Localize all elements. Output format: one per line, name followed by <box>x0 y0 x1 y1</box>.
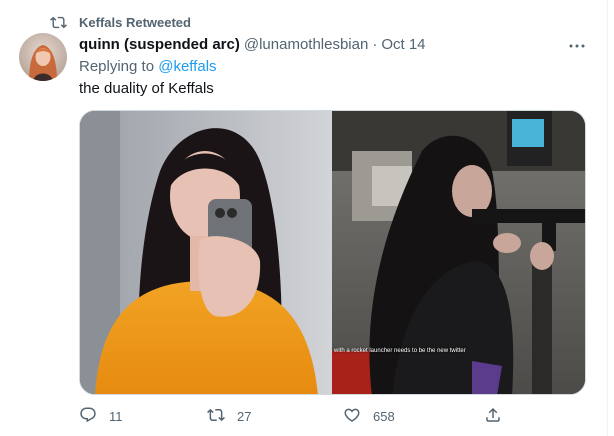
share-button[interactable] <box>484 406 502 427</box>
reply-icon <box>79 406 97 427</box>
media-image-right[interactable]: with a rocket launcher needs to be the n… <box>332 111 585 394</box>
retweet-icon <box>50 14 67 31</box>
replying-to-label: Replying to <box>79 58 155 75</box>
avatar[interactable] <box>19 33 67 81</box>
action-bar: 11 27 658 <box>79 406 509 428</box>
reply-count: 11 <box>109 409 123 424</box>
retweet-action-icon <box>207 406 225 427</box>
reply-mention-link[interactable]: @keffals <box>158 58 216 75</box>
tweet-text: the duality of Keffals <box>79 80 214 97</box>
tweet-header: quinn (suspended arc) @lunamothlesbian ·… <box>79 36 426 53</box>
tweet-card[interactable]: Keffals Retweeted quinn (suspended arc) … <box>0 0 608 436</box>
media-image-left[interactable] <box>80 111 332 394</box>
share-icon <box>484 406 502 427</box>
like-button[interactable]: 658 <box>343 406 395 427</box>
replying-to: Replying to @keffals <box>79 58 217 75</box>
tweet-date[interactable]: Oct 14 <box>381 36 425 53</box>
retweet-button[interactable]: 27 <box>207 406 251 427</box>
retweet-context: Keffals Retweeted <box>50 13 191 31</box>
reply-button[interactable]: 11 <box>79 406 123 427</box>
media-caption-overlay: with a rocket launcher needs to be the n… <box>334 348 466 354</box>
separator-dot: · <box>372 36 378 53</box>
retweeted-by-label[interactable]: Keffals Retweeted <box>79 15 191 30</box>
retweet-count: 27 <box>237 409 252 424</box>
author-display-name[interactable]: quinn (suspended arc) <box>79 36 240 53</box>
author-handle[interactable]: @lunamothlesbian <box>244 36 368 53</box>
like-count: 658 <box>373 409 395 424</box>
media-grid: with a rocket launcher needs to be the n… <box>79 110 586 395</box>
heart-icon <box>343 406 361 427</box>
more-icon <box>568 36 586 54</box>
more-options-button[interactable] <box>566 36 588 54</box>
